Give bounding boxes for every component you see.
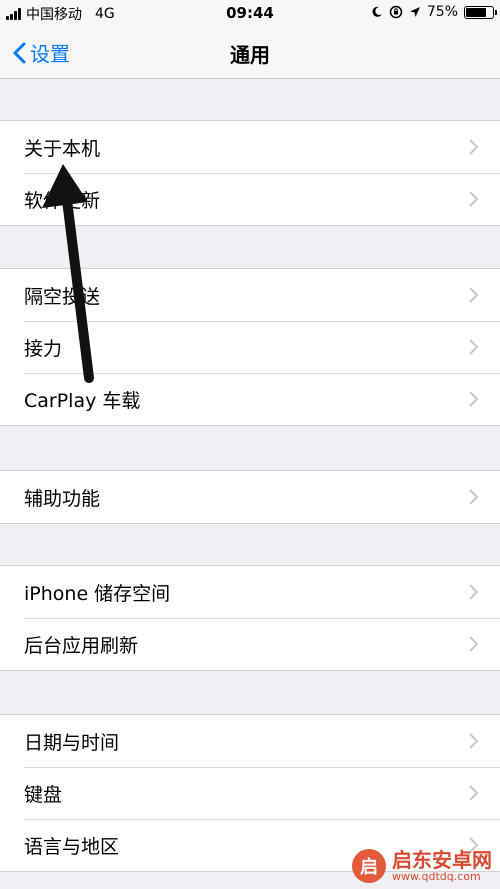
row-airdrop[interactable]: 隔空投送: [0, 269, 500, 321]
status-right: 75%: [371, 4, 497, 20]
row-label: 辅助功能: [24, 487, 101, 510]
status-bar: 中国移动 4G 09:44 75%: [0, 0, 500, 26]
chevron-right-icon: [469, 733, 478, 749]
chevron-right-icon: [469, 489, 478, 505]
chevron-right-icon: [469, 191, 478, 207]
row-handoff[interactable]: 接力: [0, 321, 500, 373]
row-label: 语言与地区: [24, 835, 120, 858]
battery-percent: 75%: [426, 4, 458, 20]
row-about[interactable]: 关于本机: [0, 121, 500, 173]
chevron-right-icon: [469, 139, 478, 155]
row-label: 接力: [24, 337, 63, 360]
settings-group-storage: iPhone 储存空间 后台应用刷新: [0, 565, 500, 671]
row-label: iPhone 储存空间: [24, 582, 171, 605]
row-label: CarPlay 车载: [24, 389, 141, 412]
chevron-right-icon: [469, 584, 478, 600]
row-software-update[interactable]: 软件更新: [0, 173, 500, 225]
settings-group-accessibility: 辅助功能: [0, 470, 500, 524]
chevron-right-icon: [469, 636, 478, 652]
row-label: 隔空投送: [24, 285, 101, 308]
watermark-name: 启东安卓网: [392, 847, 492, 872]
chevron-right-icon: [469, 287, 478, 303]
row-label: 后台应用刷新: [24, 634, 139, 657]
row-label: 日期与时间: [24, 731, 120, 754]
orientation-lock-icon: [389, 5, 403, 19]
chevron-right-icon: [469, 785, 478, 801]
navigation-bar: 设置 通用: [0, 26, 500, 79]
page-title: 通用: [230, 43, 270, 67]
row-background-refresh[interactable]: 后台应用刷新: [0, 618, 500, 670]
location-icon: [409, 7, 420, 17]
row-label: 键盘: [24, 783, 63, 806]
watermark: 启 启东安卓网 www.qdtdq.com: [352, 849, 492, 883]
chevron-right-icon: [469, 391, 478, 407]
watermark-logo-icon: 启: [352, 849, 386, 883]
row-label: 软件更新: [24, 189, 101, 212]
row-iphone-storage[interactable]: iPhone 储存空间: [0, 566, 500, 618]
row-keyboard[interactable]: 键盘: [0, 767, 500, 819]
row-date-time[interactable]: 日期与时间: [0, 715, 500, 767]
row-accessibility[interactable]: 辅助功能: [0, 471, 500, 523]
row-carplay[interactable]: CarPlay 车载: [0, 373, 500, 425]
watermark-url: www.qdtdq.com: [392, 869, 481, 883]
settings-group-about: 关于本机 软件更新: [0, 120, 500, 226]
moon-icon: [372, 6, 382, 17]
chevron-right-icon: [469, 339, 478, 355]
battery-icon: [464, 5, 497, 19]
row-label: 关于本机: [24, 137, 101, 160]
watermark-text: 启东安卓网 www.qdtdq.com: [392, 847, 492, 883]
settings-group-connectivity: 隔空投送 接力 CarPlay 车载: [0, 268, 500, 426]
